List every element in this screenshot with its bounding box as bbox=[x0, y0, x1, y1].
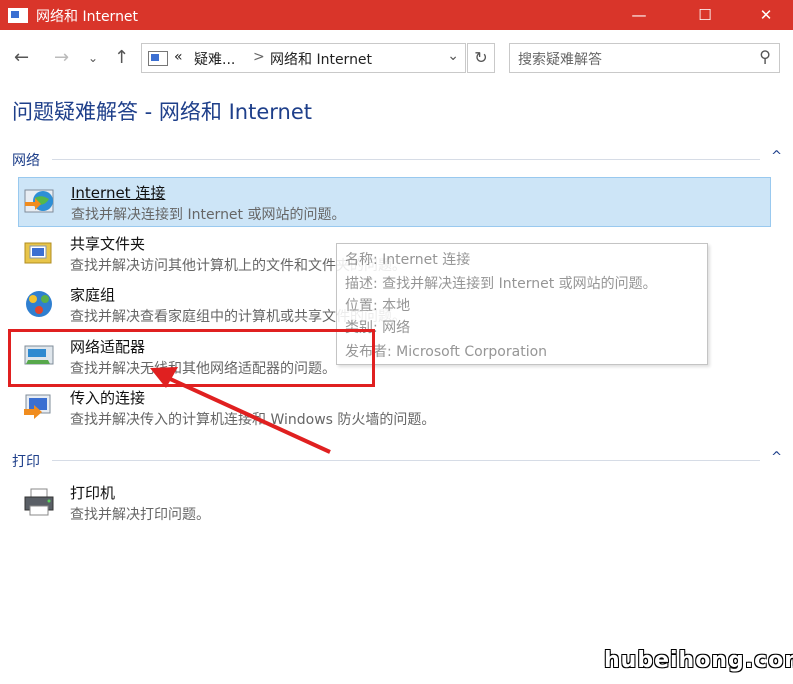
watermark: hubeihong.com bbox=[604, 648, 793, 673]
annotation-arrow bbox=[150, 367, 331, 454]
